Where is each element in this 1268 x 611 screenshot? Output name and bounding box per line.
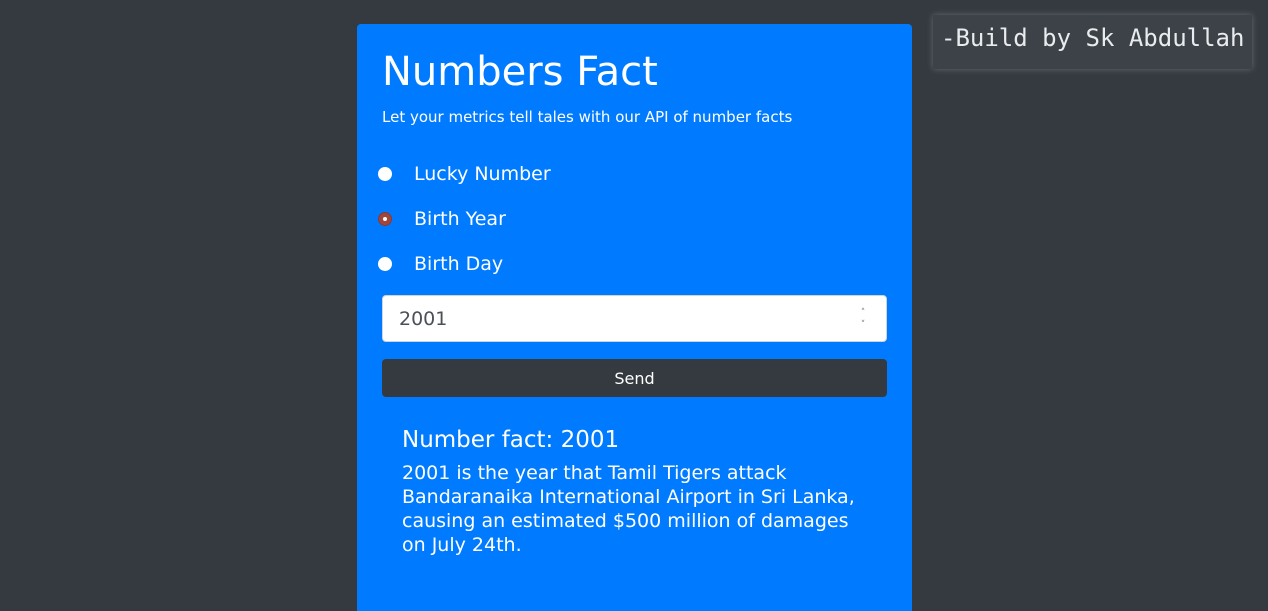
chevron-down-icon[interactable]: ˅ — [861, 320, 866, 330]
option-birth-year[interactable]: Birth Year — [378, 207, 506, 231]
page-subtitle: Let your metrics tell tales with our API… — [382, 108, 793, 126]
birth-day-label[interactable]: Birth Day — [414, 252, 503, 276]
fact-text: 2001 is the year that Tamil Tigers attac… — [402, 462, 855, 556]
numbers-fact-card: Numbers Fact Let your metrics tell tales… — [357, 24, 912, 611]
number-input-value[interactable]: 2001 — [399, 307, 447, 331]
lucky-number-label[interactable]: Lucky Number — [414, 162, 551, 186]
lucky-number-radio[interactable] — [378, 167, 392, 181]
birth-day-radio[interactable] — [378, 257, 392, 271]
birth-year-label[interactable]: Birth Year — [414, 207, 506, 231]
send-button[interactable]: Send — [382, 359, 887, 397]
page-title: Numbers Fact — [382, 49, 658, 95]
fact-heading: Number fact: 2001 — [402, 427, 620, 453]
option-lucky-number[interactable]: Lucky Number — [378, 162, 551, 186]
option-birth-day[interactable]: Birth Day — [378, 252, 503, 276]
chevron-up-icon[interactable]: ˄ — [861, 308, 866, 318]
credit-badge: -Build by Sk Abdullah — [933, 15, 1252, 69]
number-input[interactable]: 2001 ˄ ˅ — [382, 295, 887, 342]
number-spinner[interactable]: ˄ ˅ — [858, 308, 868, 330]
birth-year-radio[interactable] — [378, 212, 392, 226]
